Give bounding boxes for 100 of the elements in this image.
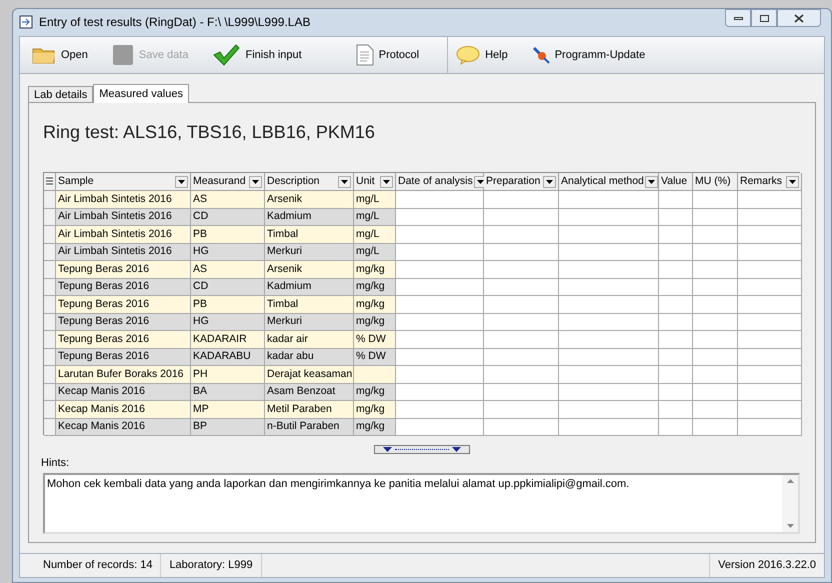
column-header[interactable]: Analytical method [559,173,659,192]
table-cell[interactable] [659,384,693,402]
table-cell[interactable] [484,226,559,244]
table-cell[interactable] [559,261,659,279]
maximize-button[interactable] [751,9,777,28]
row-header[interactable] [44,348,56,366]
column-header[interactable]: Description [265,173,354,192]
column-header[interactable]: MU (%) [693,173,738,192]
table-cell[interactable] [659,314,693,332]
column-header[interactable]: Value [659,173,693,192]
table-cell[interactable] [484,191,559,209]
scrollbar[interactable] [782,474,798,532]
row-header[interactable] [44,208,56,226]
splitter-handle[interactable] [374,445,470,454]
table-cell[interactable] [738,191,802,209]
table-cell[interactable] [559,191,659,209]
table-cell[interactable] [559,296,659,314]
table-cell[interactable] [659,418,693,436]
table-cell[interactable] [693,401,738,419]
table-cell[interactable] [738,244,802,262]
toolbar-button[interactable]: Open [30,40,90,70]
table-cell[interactable] [693,261,738,279]
hints-text-area[interactable]: Mohon cek kembali data yang anda laporkan dan mengirimkannya ke panitia melalui alamat up.ppkimialipi@gmail.com. [43,472,800,534]
table-cell[interactable] [738,278,802,296]
table-cell[interactable] [484,244,559,262]
column-header[interactable]: Date of analysis [396,173,484,192]
table-cell[interactable] [559,208,659,226]
table-cell[interactable] [559,331,659,349]
table-cell[interactable] [396,296,484,314]
tab[interactable]: Lab details [28,86,94,102]
row-header[interactable] [44,314,56,332]
table-cell[interactable] [659,226,693,244]
table-cell[interactable] [738,261,802,279]
table-cell[interactable] [738,314,802,332]
row-header[interactable] [44,296,56,314]
scroll-up-icon[interactable] [786,478,794,483]
column-header[interactable]: Measurand [191,173,265,192]
table-cell[interactable] [738,418,802,436]
table-cell[interactable] [738,226,802,244]
table-cell[interactable] [484,348,559,366]
table-cell[interactable] [484,208,559,226]
table-cell[interactable] [559,418,659,436]
table-cell[interactable] [396,208,484,226]
row-header[interactable] [44,384,56,402]
table-cell[interactable] [484,261,559,279]
table-cell[interactable] [659,366,693,384]
column-header[interactable]: Unit [354,173,396,192]
minimize-button[interactable] [725,9,751,28]
table-cell[interactable] [738,208,802,226]
column-header[interactable]: Preparation [484,173,559,192]
table-cell[interactable] [559,226,659,244]
table-cell[interactable] [484,418,559,436]
table-cell[interactable] [693,191,738,209]
table-cell[interactable] [659,296,693,314]
table-cell[interactable] [559,348,659,366]
row-header[interactable] [44,278,56,296]
toolbar-button[interactable]: Protocol [354,40,422,70]
row-header[interactable] [44,418,56,436]
table-cell[interactable] [738,366,802,384]
table-cell[interactable] [559,314,659,332]
table-cell[interactable] [396,384,484,402]
toolbar-button[interactable]: Programm-Update [530,40,648,70]
scroll-down-icon[interactable] [786,524,794,528]
table-cell[interactable] [693,348,738,366]
table-cell[interactable] [659,348,693,366]
table-cell[interactable] [484,366,559,384]
column-header[interactable]: Remarks [738,173,802,192]
table-cell[interactable] [659,261,693,279]
table-cell[interactable] [693,278,738,296]
row-header[interactable] [44,366,56,384]
table-cell[interactable] [693,384,738,402]
table-cell[interactable] [738,296,802,314]
row-header[interactable] [44,226,56,244]
table-cell[interactable] [559,384,659,402]
table-cell[interactable] [484,384,559,402]
table-cell[interactable] [396,226,484,244]
row-header[interactable] [44,244,56,262]
table-cell[interactable] [693,314,738,332]
column-header[interactable]: Sample [56,173,191,192]
table-cell[interactable] [659,331,693,349]
table-cell[interactable] [484,401,559,419]
table-cell[interactable] [396,401,484,419]
table-cell[interactable] [396,191,484,209]
tab[interactable]: Measured values [93,84,189,104]
table-cell[interactable] [659,401,693,419]
row-header[interactable] [44,261,56,279]
column-chooser-icon[interactable] [46,177,53,186]
table-cell[interactable] [693,418,738,436]
table-cell[interactable] [693,366,738,384]
table-cell[interactable] [396,278,484,296]
table-cell[interactable] [738,401,802,419]
table-cell[interactable] [396,261,484,279]
table-cell[interactable] [659,191,693,209]
table-cell[interactable] [693,208,738,226]
table-cell[interactable] [396,314,484,332]
table-cell[interactable] [738,384,802,402]
table-cell[interactable] [396,348,484,366]
table-cell[interactable] [559,244,659,262]
table-cell[interactable] [693,244,738,262]
table-cell[interactable] [693,331,738,349]
